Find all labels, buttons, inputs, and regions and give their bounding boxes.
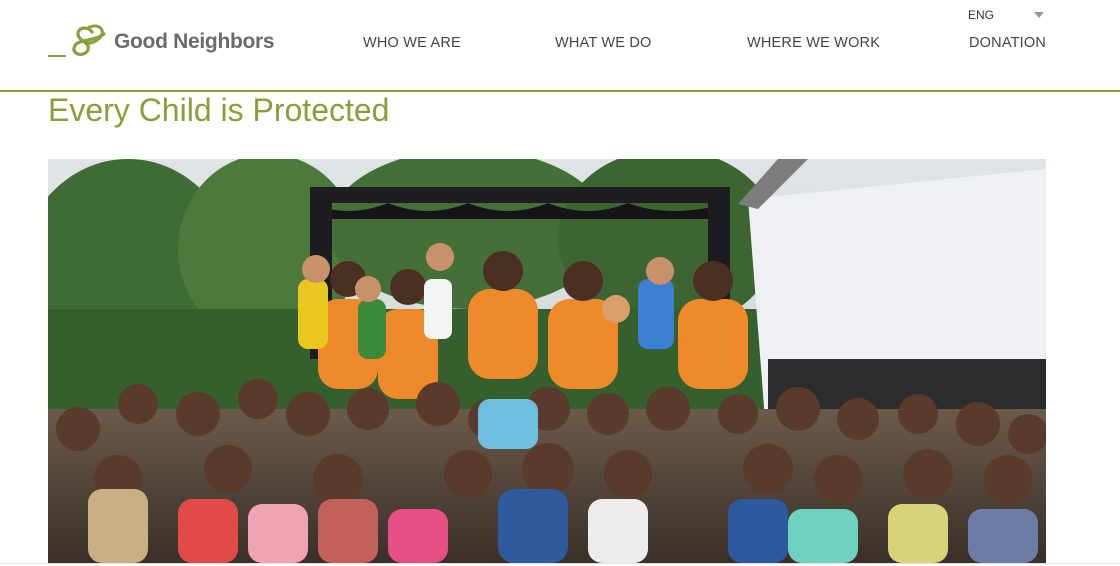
hero-photo-illustration — [48, 159, 1046, 563]
nav-who-we-are[interactable]: WHO WE ARE — [363, 35, 461, 51]
chevron-down-icon — [1034, 12, 1044, 18]
page-title: Every Child is Protected — [48, 92, 390, 128]
page-divider — [0, 563, 1120, 564]
language-label: ENG — [968, 8, 995, 22]
nav-what-we-do[interactable]: WHAT WE DO — [555, 35, 652, 51]
language-selector[interactable]: ENG — [968, 6, 1048, 24]
site-logo[interactable]: Good Neighbors — [48, 24, 275, 60]
nav-donation[interactable]: DONATION — [969, 35, 1046, 51]
hero-photo — [48, 159, 1046, 563]
site-header: Good Neighbors ENG WHO WE ARE WHAT WE DO… — [0, 0, 1120, 92]
logo-text: Good Neighbors — [114, 30, 275, 53]
nav-where-we-work[interactable]: WHERE WE WORK — [747, 35, 880, 51]
good-neighbors-logo-icon — [48, 24, 106, 57]
